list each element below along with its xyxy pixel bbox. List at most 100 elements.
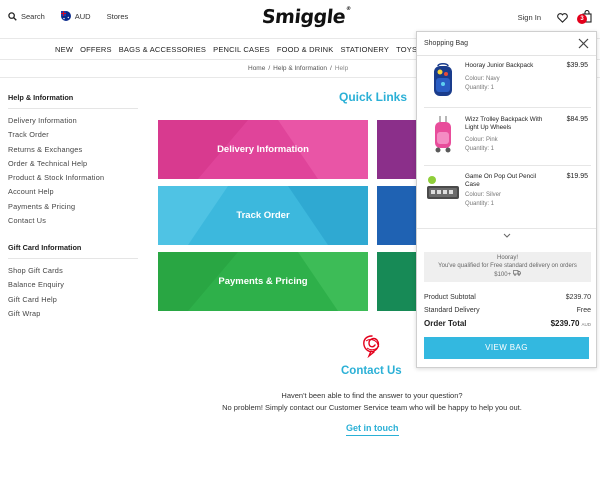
tile-payments-pricing[interactable]: Payments & Pricing bbox=[158, 252, 368, 311]
chat-scribble-icon bbox=[363, 335, 380, 358]
bag-items-list: Hooray Junior Backpack $39.95 Colour: Na… bbox=[417, 56, 596, 230]
sidebar-link-gift-card-help[interactable]: Gift Card Help bbox=[8, 295, 138, 304]
bag-item-name[interactable]: Wizz Trolley Backpack With Light Up Whee… bbox=[465, 116, 549, 132]
sidebar-link-track-order[interactable]: Track Order bbox=[8, 130, 138, 139]
promo-message: You've qualified for Free standard deliv… bbox=[438, 262, 577, 269]
contact-question-text: Haven't been able to find the answer to … bbox=[281, 391, 463, 400]
promo-threshold-value: $100+ bbox=[494, 272, 512, 278]
logo-text: Smiggle bbox=[260, 6, 347, 28]
standard-delivery-row: Standard Delivery Free bbox=[424, 307, 591, 314]
divider bbox=[424, 165, 591, 166]
bag-item-quantity: Quantity: 1 bbox=[465, 201, 495, 207]
product-thumbnail-backpack bbox=[434, 63, 452, 96]
view-bag-button[interactable]: VIEW BAG bbox=[424, 337, 589, 359]
delivery-label: Standard Delivery bbox=[424, 307, 480, 314]
sidebar-link-delivery-information[interactable]: Delivery Information bbox=[8, 116, 138, 125]
bag-item-name[interactable]: Hooray Junior Backpack bbox=[465, 62, 549, 70]
tile-label: Payments & Pricing bbox=[218, 276, 308, 287]
bag-item-price: $19.95 bbox=[566, 173, 588, 180]
breadcrumb-home[interactable]: Home bbox=[248, 65, 265, 72]
total-value: $239.70 bbox=[550, 319, 580, 328]
nav-list: NEW OFFERS BAGS & ACCESSORIES PENCIL CAS… bbox=[55, 45, 445, 54]
search-button[interactable]: Search bbox=[8, 12, 45, 21]
bag-panel-title: Shopping Bag bbox=[424, 40, 468, 47]
divider bbox=[424, 107, 591, 108]
stores-link[interactable]: Stores bbox=[107, 12, 129, 21]
promo-hooray: Hooray! bbox=[496, 255, 518, 261]
currency-selector[interactable]: AUD bbox=[60, 11, 91, 21]
total-currency: AUD bbox=[581, 322, 591, 327]
delivery-truck-icon bbox=[512, 270, 521, 276]
divider bbox=[417, 228, 596, 229]
breadcrumb-current: Help bbox=[334, 65, 349, 72]
tile-label: Track Order bbox=[236, 210, 290, 221]
bag-item-colour: Colour: Silver bbox=[465, 192, 502, 198]
header-left: Search AUD Stores bbox=[8, 11, 144, 21]
chevron-down-icon[interactable] bbox=[503, 233, 511, 239]
currency-label: AUD bbox=[74, 11, 91, 21]
shopping-bag-button[interactable]: 3 bbox=[577, 9, 592, 25]
subtotal-label: Product Subtotal bbox=[424, 294, 476, 301]
bag-item-colour: Colour: Navy bbox=[465, 76, 500, 82]
sidebar-title-gift-card: Gift Card Information bbox=[8, 243, 138, 260]
sidebar-link-product-stock-information[interactable]: Product & Stock Information bbox=[8, 173, 138, 182]
tile-right-partial-3[interactable] bbox=[377, 252, 417, 311]
bag-item-price: $84.95 bbox=[566, 116, 588, 123]
tile-delivery-information[interactable]: Delivery Information bbox=[158, 120, 368, 179]
breadcrumb-list: Home / Help & Information / Help bbox=[248, 65, 348, 72]
product-thumbnail-pencil-case bbox=[427, 176, 459, 199]
nav-item-offers[interactable]: OFFERS bbox=[80, 45, 112, 54]
help-sidebar: Help & Information Delivery Information … bbox=[8, 93, 138, 323]
quick-links-title: Quick Links bbox=[339, 90, 408, 104]
wishlist-heart-icon[interactable] bbox=[557, 12, 568, 23]
breadcrumb-separator: / bbox=[268, 65, 271, 72]
tile-track-order[interactable]: Track Order bbox=[158, 186, 368, 245]
sidebar-gift-group: Gift Card Information Shop Gift Cards Ba… bbox=[8, 243, 138, 318]
nav-item-pencil-cases[interactable]: PENCIL CASES bbox=[213, 45, 270, 54]
nav-item-food-drink[interactable]: FOOD & DRINK bbox=[277, 45, 334, 54]
sidebar-link-contact-us[interactable]: Contact Us bbox=[8, 216, 138, 225]
tile-right-partial-1[interactable] bbox=[377, 120, 417, 179]
product-subtotal-row: Product Subtotal $239.70 bbox=[424, 294, 591, 301]
sidebar-title-help: Help & Information bbox=[8, 93, 138, 109]
total-amount: $239.70 AUD bbox=[551, 319, 591, 328]
tile-label: Delivery Information bbox=[217, 144, 309, 155]
bag-item-price: $39.95 bbox=[566, 62, 588, 69]
header-right: Sign In 3 bbox=[518, 9, 592, 25]
breadcrumb-separator: / bbox=[330, 65, 332, 72]
nav-item-new[interactable]: NEW bbox=[55, 45, 73, 54]
bag-item-colour: Colour: Pink bbox=[465, 137, 498, 143]
sidebar-link-gift-wrap[interactable]: Gift Wrap bbox=[8, 309, 138, 318]
product-thumbnail-trolley bbox=[435, 116, 451, 153]
nav-item-stationery[interactable]: STATIONERY bbox=[340, 45, 389, 54]
breadcrumb-help-information[interactable]: Help & Information bbox=[273, 65, 327, 72]
bag-item-quantity: Quantity: 1 bbox=[465, 85, 495, 91]
total-label: Order Total bbox=[424, 319, 467, 328]
delivery-value: Free bbox=[576, 307, 591, 314]
smiggle-logo[interactable]: Smiggle® bbox=[261, 6, 351, 28]
bag-count-badge: 3 bbox=[577, 14, 587, 24]
get-in-touch-link[interactable]: Get in touch bbox=[346, 423, 399, 436]
sidebar-link-balance-enquiry[interactable]: Balance Enquiry bbox=[8, 280, 138, 289]
promo-threshold: $100+ bbox=[424, 270, 591, 280]
contact-info-text: No problem! Simply contact our Customer … bbox=[222, 403, 522, 412]
free-delivery-promo: Hooray! You've qualified for Free standa… bbox=[424, 252, 591, 282]
sidebar-link-order-technical-help[interactable]: Order & Technical Help bbox=[8, 159, 138, 168]
sidebar-link-returns-exchanges[interactable]: Returns & Exchanges bbox=[8, 145, 138, 154]
stores-label: Stores bbox=[106, 11, 129, 21]
shopping-bag-panel: Shopping Bag Hooray Junior Backpack $39.… bbox=[416, 31, 597, 368]
search-icon bbox=[8, 11, 17, 21]
sign-in-link[interactable]: Sign In bbox=[518, 13, 541, 22]
search-label: Search bbox=[21, 11, 45, 21]
tile-right-partial-2[interactable] bbox=[377, 186, 417, 245]
nav-item-bags-accessories[interactable]: BAGS & ACCESSORIES bbox=[119, 45, 206, 54]
bag-panel-header: Shopping Bag bbox=[417, 32, 596, 56]
close-icon[interactable] bbox=[578, 38, 589, 49]
sidebar-link-account-help[interactable]: Account Help bbox=[8, 187, 138, 196]
sidebar-link-payments-pricing[interactable]: Payments & Pricing bbox=[8, 202, 138, 211]
order-total-row: Order Total $239.70 AUD bbox=[424, 319, 591, 328]
australia-flag-icon bbox=[60, 11, 71, 21]
bag-item-name[interactable]: Game On Pop Out Pencil Case bbox=[465, 173, 549, 189]
sidebar-link-shop-gift-cards[interactable]: Shop Gift Cards bbox=[8, 266, 138, 275]
bag-item-quantity: Quantity: 1 bbox=[465, 146, 495, 152]
